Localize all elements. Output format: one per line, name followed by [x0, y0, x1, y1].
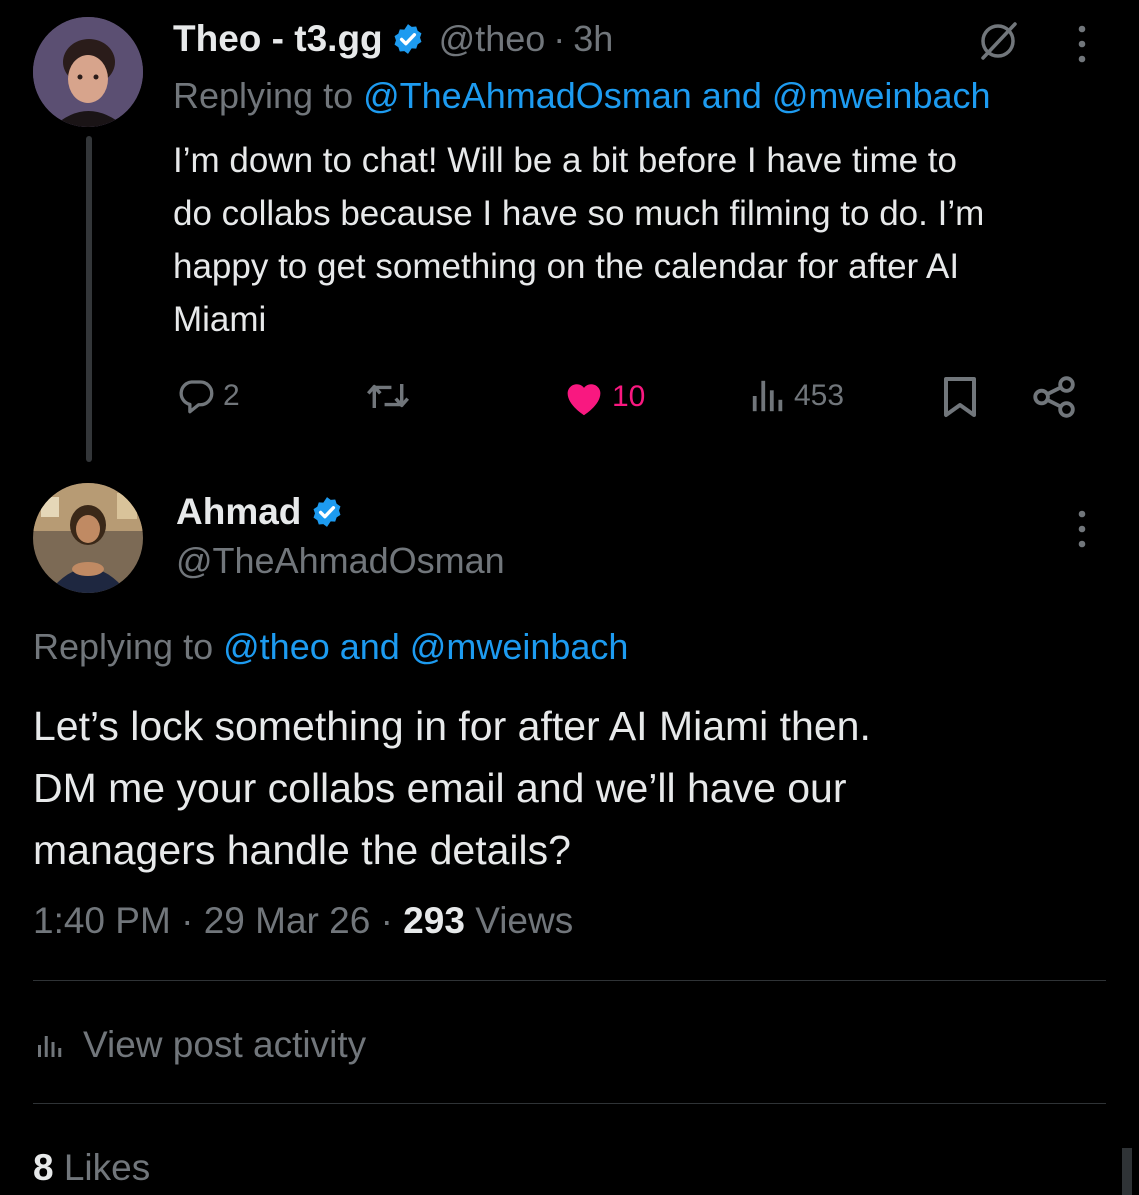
dot-separator: · [181, 900, 204, 941]
views-label: Views [475, 900, 574, 941]
divider [33, 980, 1106, 981]
replying-to-links[interactable]: @TheAhmadOsman and @mweinbach [363, 75, 990, 116]
tweet-text-line: I’m down to chat! Will be a bit before I… [173, 141, 957, 180]
retweet-icon[interactable] [364, 375, 412, 417]
thread-connector-line [86, 136, 92, 462]
ahmad-tweet-text: Let’s lock something in for after AI Mia… [33, 695, 871, 881]
verified-icon [391, 22, 425, 56]
reply-icon [175, 375, 217, 417]
likes-label: Likes [63, 1147, 151, 1188]
verified-icon [310, 495, 344, 529]
views-count: 293 [403, 900, 465, 941]
tweet-text-line: Let’s lock something in for after AI Mia… [33, 703, 871, 749]
tweet-date[interactable]: 29 Mar 26 [204, 900, 371, 941]
dot-separator: · [553, 18, 566, 59]
views-icon [748, 377, 788, 415]
reply-count: 2 [223, 379, 240, 412]
reply-action[interactable]: 2 [175, 375, 240, 417]
views-action[interactable]: 453 [748, 377, 844, 415]
view-post-activity-label: View post activity [83, 1024, 367, 1065]
likes-count: 8 [33, 1147, 54, 1188]
theo-display-name[interactable]: Theo - t3.gg [173, 18, 383, 60]
scrollbar-thumb[interactable] [1122, 1148, 1132, 1195]
like-action[interactable]: 10 [562, 377, 645, 417]
tweet-meta: 1:40 PM · 29 Mar 26 · 293 Views [33, 900, 573, 942]
ahmad-replying-to: Replying to @theo and @mweinbach [33, 626, 628, 668]
more-icon[interactable] [1074, 24, 1090, 64]
ahmad-header: Ahmad [176, 489, 344, 535]
theo-replying-to: Replying to @TheAhmadOsman and @mweinbac… [173, 75, 991, 117]
heart-icon [562, 377, 606, 417]
divider [33, 1103, 1106, 1104]
share-icon[interactable] [1032, 375, 1078, 419]
theo-handle[interactable]: @theo [439, 18, 546, 60]
replying-to-links[interactable]: @theo and @mweinbach [223, 626, 628, 667]
activity-chart-icon [33, 1030, 67, 1060]
view-post-activity[interactable]: View post activity [33, 1024, 366, 1066]
theo-avatar[interactable] [33, 17, 143, 127]
tweet-text-line: DM me your collabs email and we’ll have … [33, 765, 847, 811]
theo-tweet-text: I’m down to chat! Will be a bit before I… [173, 134, 984, 346]
tweet-text-line: Miami [173, 300, 267, 339]
likes-summary[interactable]: 8 Likes [33, 1147, 150, 1189]
tweet-text-line: happy to get something on the calendar f… [173, 247, 960, 286]
bookmark-icon[interactable] [942, 375, 978, 419]
ahmad-display-name[interactable]: Ahmad [176, 491, 301, 533]
like-count: 10 [612, 380, 646, 413]
replying-prefix: Replying to [173, 75, 354, 116]
tweet-time[interactable]: 1:40 PM [33, 900, 171, 941]
ahmad-avatar[interactable] [33, 483, 143, 593]
grok-icon[interactable] [975, 18, 1021, 64]
dot-separator: · [380, 900, 404, 941]
views-count: 453 [794, 379, 845, 412]
ahmad-handle[interactable]: @TheAhmadOsman [176, 540, 505, 582]
tweet-text-line: managers handle the details? [33, 827, 571, 873]
replying-prefix: Replying to [33, 626, 214, 667]
more-icon[interactable] [1074, 509, 1090, 549]
theo-time[interactable]: 3h [573, 18, 613, 60]
theo-header: Theo - t3.gg @theo · 3h [173, 14, 613, 64]
tweet-text-line: do collabs because I have so much filmin… [173, 194, 985, 233]
